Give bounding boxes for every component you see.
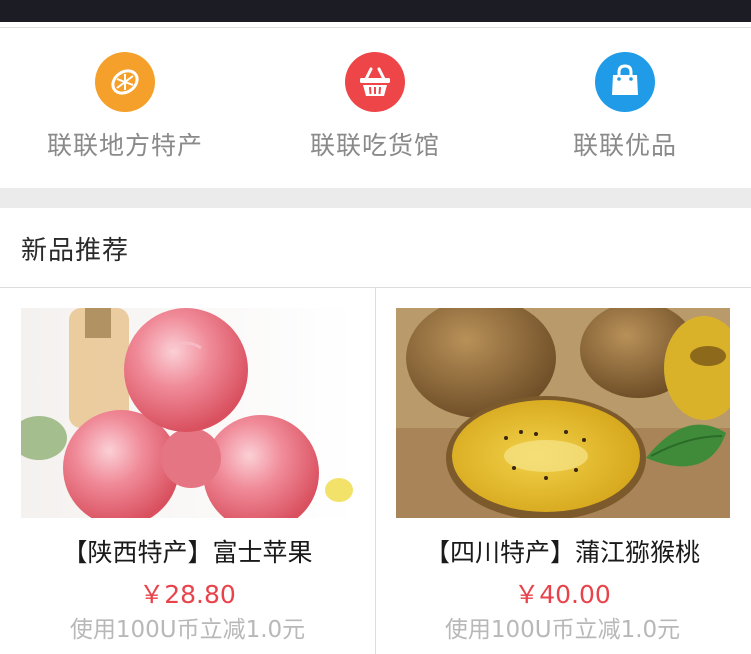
section-title: 新品推荐 [21,236,130,266]
product-card-apple[interactable]: 【陕西特产】富士苹果 ￥28.80 使用100U币立减1.0元 [0,288,375,654]
product-image-kiwi[interactable] [396,308,730,518]
product-image-apples[interactable] [21,308,355,518]
category-nav: 联联地方特产 联联吃货馆 联联优品 [0,28,751,188]
product-name: 【四川特产】蒲江猕猴桃 [424,538,700,567]
category-label: 联联地方特产 [46,131,203,160]
status-bar [0,0,751,22]
product-price: ￥40.00 [514,580,611,609]
basket-icon [345,52,405,112]
section-separator [0,188,751,208]
shopping-bag-icon [595,52,655,112]
product-name: 【陕西特产】富士苹果 [62,538,313,567]
category-local-specialty[interactable]: 联联地方特产 [0,28,250,188]
category-snack-hall[interactable]: 联联吃货馆 [250,28,500,188]
product-card-kiwi[interactable]: 【四川特产】蒲江猕猴桃 ￥40.00 使用100U币立减1.0元 [375,288,750,654]
category-label: 联联优品 [572,131,677,160]
category-premium-goods[interactable]: 联联优品 [500,28,750,188]
product-promo: 使用100U币立减1.0元 [444,617,681,643]
product-promo: 使用100U币立减1.0元 [69,617,306,643]
lemon-icon [95,52,155,112]
category-label: 联联吃货馆 [309,131,440,160]
product-price: ￥28.80 [139,580,236,609]
